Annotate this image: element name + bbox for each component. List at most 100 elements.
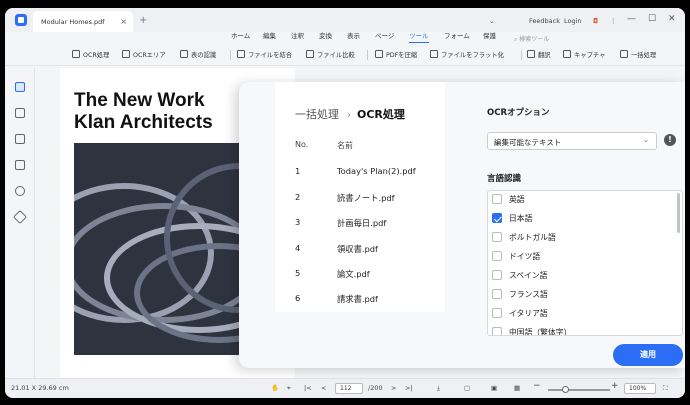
attachment-icon[interactable] (15, 160, 25, 170)
thumbnail-view-icon[interactable]: ▦ (514, 384, 520, 392)
menu-convert[interactable]: 変換 (319, 30, 332, 40)
table-recognition-button[interactable]: 表の認識 (180, 50, 216, 59)
checkbox[interactable] (492, 232, 502, 242)
minimize-icon[interactable]: — (627, 14, 636, 24)
window-close-icon[interactable]: ✕ (668, 14, 676, 24)
language-option-french[interactable]: フランス語 (492, 289, 548, 303)
apply-button[interactable]: 適用 (613, 344, 683, 366)
zoom-out-icon[interactable]: − (533, 381, 541, 391)
bookmark-icon[interactable] (15, 108, 25, 118)
new-tab-icon[interactable]: + (139, 15, 147, 26)
batch-process-button[interactable]: 一括処理 (620, 50, 656, 59)
file-row-name: 読書ノート.pdf (337, 193, 395, 203)
ribbon-divider (367, 50, 368, 60)
ocr-area-button[interactable]: OCRエリア (122, 50, 166, 59)
document-tab-label: Modular Homes.pdf (41, 18, 105, 26)
first-page-icon[interactable]: |< (304, 384, 312, 392)
compare-files-label: ファイル比較 (317, 52, 355, 59)
language-label: フランス語 (509, 290, 548, 299)
page-number-input[interactable]: 112 (335, 383, 363, 394)
menu-edit[interactable]: 編集 (263, 30, 276, 40)
zoom-level-select[interactable]: 100% (624, 383, 656, 394)
info-icon[interactable]: ! (664, 134, 676, 146)
prev-page-icon[interactable]: < (321, 384, 326, 392)
zoom-in-icon[interactable]: + (611, 381, 619, 391)
document-tab[interactable]: Modular Homes.pdf × (33, 11, 133, 32)
maximize-icon[interactable]: ☐ (648, 14, 656, 24)
language-list-scrollbar[interactable] (677, 193, 680, 233)
menu-annotate[interactable]: 注釈 (291, 30, 304, 40)
compress-pdf-button[interactable]: PDFを圧縮 (375, 50, 417, 59)
file-row-no: 3 (295, 217, 301, 227)
checkbox[interactable] (492, 194, 502, 204)
hand-tool-icon[interactable]: ✋ (271, 384, 279, 392)
thumbnails-icon[interactable] (15, 82, 25, 92)
language-label: 日本語 (509, 214, 533, 223)
login-link[interactable]: Login (564, 17, 582, 25)
combine-files-button[interactable]: ファイルを結合 (237, 50, 292, 59)
full-screen-icon[interactable]: ⛶ (663, 384, 668, 393)
language-option-japanese[interactable]: 日本語 (492, 213, 532, 227)
ocr-mode-select[interactable]: 編集可能なテキスト ⌄ (487, 132, 657, 150)
close-tab-icon[interactable]: × (120, 17, 127, 26)
language-label: ドイツ語 (509, 252, 541, 261)
menu-tools[interactable]: ツール (409, 30, 429, 43)
ocr-button[interactable]: OCR処理 (72, 50, 109, 59)
ocr-batch-panel: 一括処理 › OCR処理 No. 名前 1 Today's Plan(2).pdf … (239, 82, 685, 368)
language-option-chinese-traditional[interactable]: 中国語（繁体字） (492, 327, 571, 335)
title-bar: Modular Homes.pdf × + ホーム 編集 注釈 変換 表示 ペー… (5, 8, 685, 43)
language-option-spanish[interactable]: スペイン語 (492, 270, 547, 284)
menu-view[interactable]: 表示 (347, 30, 360, 40)
breadcrumb-parent[interactable]: 一括処理 (295, 108, 339, 121)
language-label: 英語 (509, 195, 525, 204)
select-tool-icon[interactable]: ⌖ (287, 384, 291, 393)
gift-icon[interactable]: ◘ (593, 17, 598, 25)
breadcrumb: 一括処理 › OCR処理 (295, 106, 405, 122)
language-option-italian[interactable]: イタリア語 (492, 308, 548, 322)
tool-search[interactable]: ⌕ 検索ツール (514, 34, 549, 44)
file-list-card: 一括処理 › OCR処理 No. 名前 1 Today's Plan(2).pdf … (275, 82, 445, 312)
next-page-icon[interactable]: > (391, 384, 396, 392)
checkbox[interactable] (492, 270, 502, 280)
checkbox[interactable] (492, 308, 502, 318)
comment-icon[interactable] (15, 134, 25, 144)
file-row-name: 計画毎日.pdf (337, 218, 387, 228)
zoom-slider[interactable] (548, 389, 610, 391)
file-row-no: 4 (295, 243, 301, 253)
left-sidebar (5, 68, 35, 378)
fit-page-icon[interactable]: ⤓ (437, 384, 440, 393)
language-option-german[interactable]: ドイツ語 (492, 251, 540, 265)
search-icon[interactable] (15, 186, 25, 196)
checkbox-checked[interactable] (492, 213, 502, 223)
translate-button[interactable]: 翻訳 (527, 50, 551, 59)
breadcrumb-current: OCR処理 (357, 108, 405, 121)
last-page-icon[interactable]: >| (405, 384, 413, 392)
menu-page[interactable]: ページ (375, 30, 394, 40)
compare-files-button[interactable]: ファイル比較 (306, 50, 355, 59)
file-row-no: 1 (295, 166, 301, 176)
language-option-english[interactable]: 英語 (492, 194, 525, 208)
flatten-file-button[interactable]: ファイルをフラット化 (430, 50, 504, 59)
menu-form[interactable]: フォーム (444, 30, 470, 40)
checkbox[interactable] (492, 327, 502, 335)
compare-icon (306, 50, 314, 58)
checkbox[interactable] (492, 251, 502, 261)
tools-ribbon: OCR処理 OCRエリア 表の認識 ファイルを結合 ファイル比較 PDFを圧縮 … (5, 44, 685, 66)
column-header-name: 名前 (337, 141, 353, 150)
more-menu-icon[interactable]: ⋮ (610, 17, 617, 25)
compress-pdf-label: PDFを圧縮 (386, 52, 418, 59)
layers-icon[interactable] (12, 209, 28, 225)
capture-button[interactable]: キャプチャ (563, 50, 605, 59)
display-mode-icon[interactable]: ▣ (491, 384, 497, 392)
view-mode-icon[interactable]: ▢ (464, 384, 470, 392)
chevron-down-icon[interactable]: ⌄ (489, 17, 494, 25)
checkbox[interactable] (492, 289, 502, 299)
language-option-portuguese[interactable]: ポルトガル語 (492, 232, 556, 246)
file-row-name: 領収書.pdf (337, 244, 378, 254)
menu-home[interactable]: ホーム (231, 30, 250, 40)
table-icon (180, 50, 188, 58)
menu-protect[interactable]: 保護 (483, 30, 496, 40)
zoom-slider-handle[interactable] (562, 386, 569, 393)
feedback-link[interactable]: Feedback (529, 17, 560, 25)
page-heading-line-2: Klan Architects (74, 112, 213, 133)
